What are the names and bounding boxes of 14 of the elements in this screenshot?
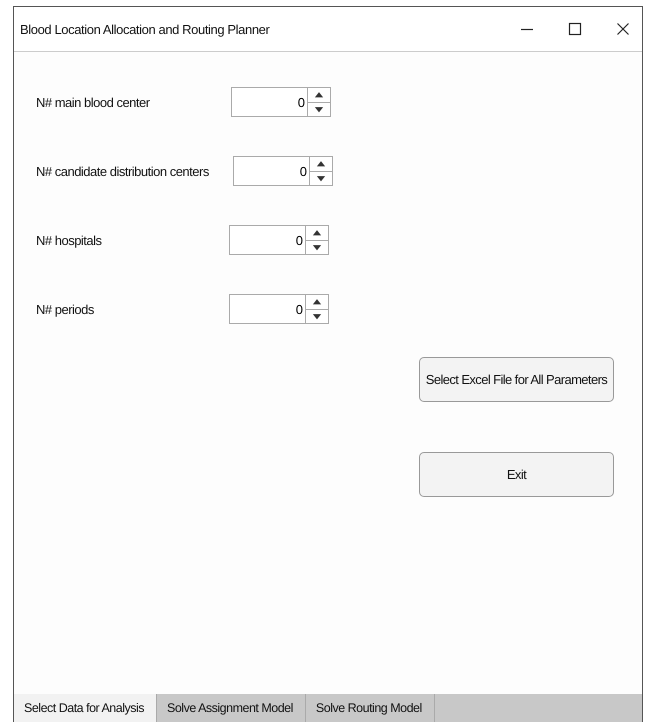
number-spinner[interactable]: 0 bbox=[233, 156, 333, 186]
field-label: N# main blood center bbox=[36, 94, 151, 110]
number-spinner[interactable]: 0 bbox=[229, 225, 329, 255]
number-spinner[interactable]: 0 bbox=[231, 87, 331, 117]
exit-button[interactable]: Exit bbox=[419, 452, 614, 497]
maximize-icon[interactable] bbox=[568, 22, 582, 36]
field-label: N# periods bbox=[36, 302, 95, 316]
close-icon[interactable] bbox=[616, 22, 630, 36]
select-file-button[interactable]: Select Excel File for All Parameters bbox=[419, 357, 614, 402]
window-title: Blood Location Allocation and Routing Planner bbox=[20, 22, 270, 36]
field-label: N# candidate distribution centers bbox=[36, 164, 210, 178]
tab[interactable]: Select Data for Analysis bbox=[14, 694, 158, 722]
number-spinner[interactable]: 0 bbox=[229, 294, 329, 324]
field-label: N# hospitals bbox=[36, 232, 103, 248]
